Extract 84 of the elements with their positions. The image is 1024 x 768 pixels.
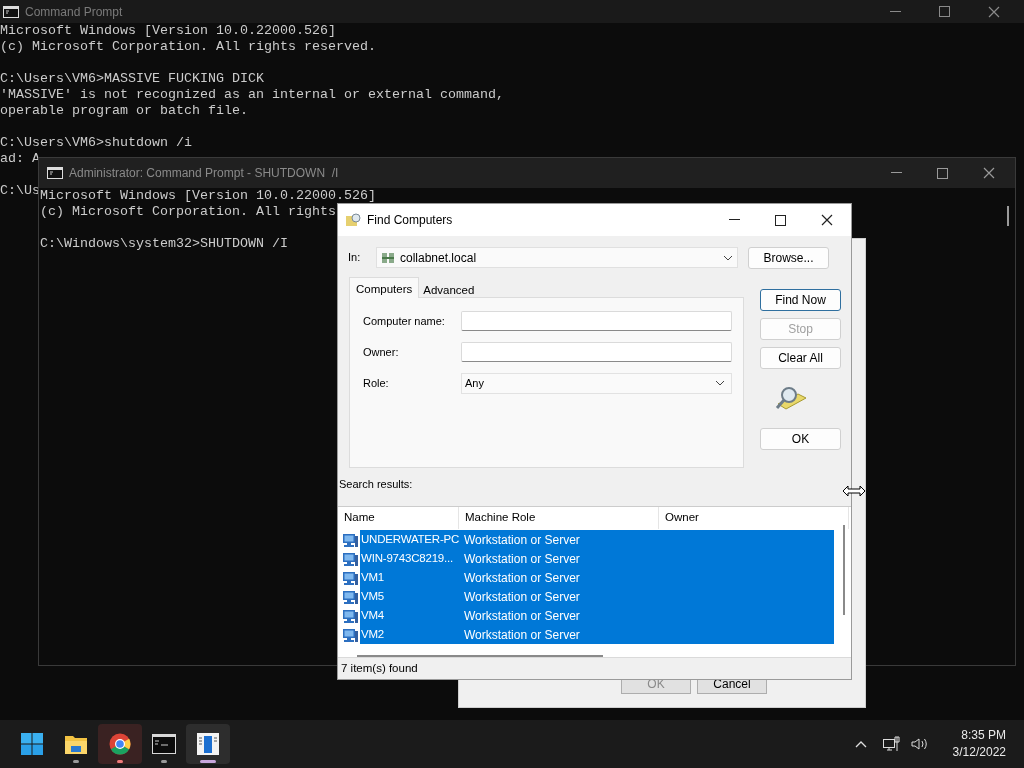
column-header[interactable]: Name (338, 507, 459, 529)
console-line: Microsoft Windows [Version 10.0.22000.526] (0, 23, 336, 39)
chevron-down-icon (723, 254, 733, 261)
search-icon (774, 386, 808, 412)
chevron-down-icon (715, 380, 725, 386)
chevron-up-icon[interactable] (854, 740, 867, 748)
table-cell-text: UNDERWATER-PC (360, 531, 460, 547)
console-line: Microsoft Windows [Version 10.0.22000.526] (40, 188, 376, 204)
table-cell-text: Workstation or Server (463, 569, 580, 587)
list-row[interactable]: UNDERWATER-PC Workstation or Server (360, 530, 834, 549)
browse-button[interactable]: Browse... (748, 246, 829, 269)
console-line: (c) Microsoft Corporation. All rights reserved. (0, 39, 376, 55)
field-label: Role: (363, 375, 390, 391)
window-icon[interactable] (197, 733, 219, 755)
console-icon (3, 5, 19, 18)
in-label: In: (348, 250, 362, 266)
role-dropdown[interactable]: Any (461, 372, 732, 394)
find-now-button[interactable]: Find Now (760, 289, 841, 311)
table-cell-text: VM2 (360, 626, 386, 642)
window-title: Command Prompt (25, 3, 123, 21)
computer-icon (342, 550, 359, 567)
status-text: 7 item(s) found (341, 661, 418, 676)
console-icon (47, 167, 63, 179)
windows-start-icon[interactable] (21, 733, 43, 755)
table-cell-text: VM4 (360, 607, 386, 623)
network-icon (381, 250, 395, 265)
console-line: C:\Windows\system32>SHUTDOWN /I (40, 236, 288, 252)
location-dropdown[interactable]: collabnet.local (376, 247, 738, 268)
list-row[interactable]: VM2 Workstation or Server (360, 625, 834, 644)
table-cell-text: Workstation or Server (463, 626, 580, 644)
network-icon[interactable] (882, 736, 901, 752)
console-line: operable program or batch file. (0, 103, 248, 119)
list-row[interactable]: VM5 Workstation or Server (360, 587, 834, 606)
browser-icon[interactable] (109, 733, 131, 755)
computer-icon (342, 607, 359, 624)
maximize-icon[interactable] (775, 214, 786, 226)
taskbar-button[interactable] (98, 724, 142, 764)
list-row[interactable]: VM1 Workstation or Server (360, 568, 834, 587)
maximize-icon[interactable] (937, 167, 948, 179)
console-line: C:\Users\VM6>shutdown /i (0, 135, 192, 151)
taskbar-button[interactable] (186, 724, 230, 764)
scrollbar-thumb[interactable] (357, 655, 603, 657)
table-cell-text: WIN-9743C8219... (360, 550, 455, 566)
scrollbar-thumb[interactable] (843, 525, 845, 615)
console-line: (c) Microsoft Corporation. All rights (40, 204, 336, 220)
scrollbar-thumb[interactable] (1007, 206, 1009, 226)
computer-icon (342, 569, 359, 586)
close-icon[interactable] (983, 167, 995, 179)
input-field[interactable] (461, 311, 732, 331)
console-line: C:\Users\VM6>MASSIVE FUCKING DICK (0, 71, 264, 87)
table-cell-text: Workstation or Server (463, 550, 580, 568)
list-row[interactable]: VM4 Workstation or Server (360, 606, 834, 625)
table-cell-text: Workstation or Server (463, 588, 580, 606)
table-cell-text: Workstation or Server (463, 607, 580, 625)
dialog-title: Find Computers (367, 212, 453, 229)
computer-icon (342, 531, 359, 548)
find-icon (345, 212, 361, 228)
computer-icon (342, 588, 359, 605)
clock-date[interactable]: 3/12/2022 (952, 744, 1006, 761)
list-row[interactable]: WIN-9743C8219... Workstation or Server (360, 549, 834, 568)
volume-icon[interactable] (910, 737, 929, 751)
field-label: Owner: (363, 344, 400, 360)
console-line: 'MASSIVE' is not recognized as an internal or external command, (0, 87, 504, 103)
computer-icon (342, 626, 359, 643)
tab[interactable]: Computers (349, 277, 420, 298)
tab[interactable]: Advanced (419, 279, 479, 297)
folder-icon[interactable] (64, 733, 88, 755)
input-field[interactable] (461, 342, 732, 362)
field-label: Computer name: (363, 313, 446, 329)
resize-cursor-icon (842, 485, 866, 497)
column-header[interactable]: Machine Role (459, 507, 659, 529)
minimize-icon[interactable] (729, 219, 740, 221)
clock-time[interactable]: 8:35 PM (961, 727, 1006, 744)
table-cell-text: Workstation or Server (463, 531, 580, 549)
table-cell-text: VM1 (360, 569, 386, 585)
ok-button[interactable]: OK (760, 428, 841, 450)
console-line: C:\Us (0, 183, 40, 198)
minimize-icon[interactable] (891, 172, 902, 174)
close-icon[interactable] (821, 214, 833, 226)
window-title: Administrator: Command Prompt - SHUTDOWN /I (69, 165, 339, 182)
terminal-icon[interactable] (152, 734, 176, 754)
table-cell-text: VM5 (360, 588, 386, 604)
results-label: Search results: (338, 477, 413, 490)
clear-all-button[interactable]: Clear All (760, 347, 841, 369)
